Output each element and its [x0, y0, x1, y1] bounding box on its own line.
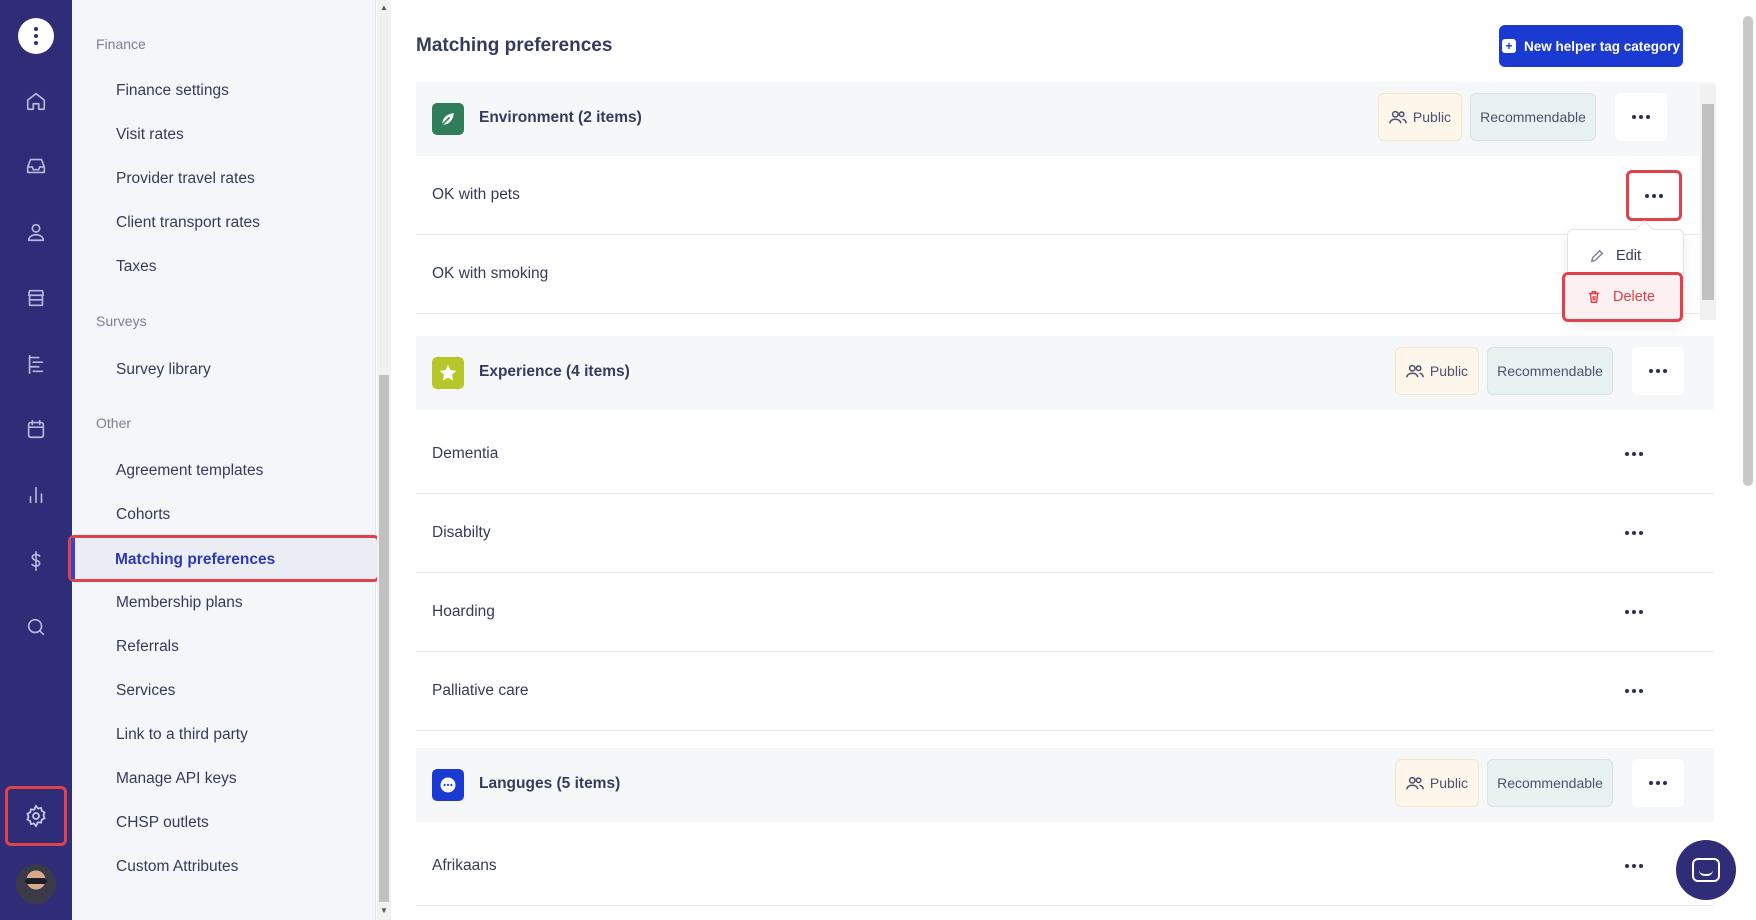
roster-icon[interactable] [0, 340, 72, 388]
nav-referrals[interactable]: Referrals [116, 638, 179, 656]
nav-active-label: Matching preferences [115, 551, 276, 568]
item-more-button[interactable] [1608, 588, 1660, 636]
item-more-button-active[interactable] [1626, 170, 1682, 221]
item-label: Palliative care [432, 682, 529, 699]
users-icon [1406, 776, 1424, 790]
nav-chsp-outlets[interactable]: CHSP outlets [116, 814, 209, 832]
nav-provider-travel-rates[interactable]: Provider travel rates [116, 170, 255, 188]
nav-cohorts[interactable]: Cohorts [116, 506, 170, 524]
list-item: Dementia [416, 415, 1714, 494]
nav-link-third-party[interactable]: Link to a third party [116, 726, 248, 744]
item-more-button[interactable] [1608, 430, 1660, 478]
category-title: Environment (2 items) [479, 109, 642, 126]
users-icon [1406, 364, 1424, 378]
chat-icon [1692, 858, 1720, 882]
user-avatar[interactable] [16, 864, 56, 904]
list-item: Afrikaans [416, 827, 1714, 906]
category-header-languages: Languges (5 items) Public Recommendable [416, 748, 1714, 822]
nav-taxes[interactable]: Taxes [116, 258, 157, 276]
item-more-button[interactable] [1608, 509, 1660, 557]
item-label: Disabilty [432, 524, 491, 541]
category-scrollbar[interactable] [1700, 84, 1716, 320]
inbox-icon[interactable] [0, 142, 72, 190]
recommendable-badge: Recommendable [1487, 759, 1613, 807]
public-badge: Public [1395, 347, 1479, 395]
recommendable-badge: Recommendable [1470, 93, 1596, 141]
leaf-icon [432, 103, 464, 135]
nav-survey-library[interactable]: Survey library [116, 361, 211, 379]
item-more-button[interactable] [1608, 667, 1660, 715]
nav-visit-rates[interactable]: Visit rates [116, 126, 184, 144]
pencil-icon [1590, 249, 1604, 263]
group-label-finance: Finance [96, 36, 146, 52]
item-more-button[interactable] [1608, 842, 1660, 890]
item-label: OK with pets [432, 186, 520, 203]
settings-button[interactable] [5, 786, 67, 846]
page-title: Matching preferences [416, 35, 613, 56]
page-scrollbar-thumb[interactable] [1743, 16, 1753, 486]
sidebar-scrollbar-thumb[interactable] [379, 375, 389, 902]
chat-launcher-button[interactable] [1676, 840, 1736, 900]
menu-item-edit[interactable]: Edit [1568, 238, 1683, 274]
item-label: Hoarding [432, 603, 495, 620]
group-label-surveys: Surveys [96, 313, 147, 329]
person-icon[interactable] [0, 208, 72, 256]
dollar-icon[interactable] [0, 537, 72, 585]
category-title: Experience (4 items) [479, 363, 630, 380]
users-icon [1389, 110, 1407, 124]
home-icon[interactable] [0, 77, 72, 125]
category-header-experience: Experience (4 items) Public Recommendabl… [416, 336, 1714, 410]
menu-item-delete[interactable]: Delete [1562, 272, 1683, 322]
group-label-other: Other [96, 415, 132, 431]
category-scrollbar-thumb[interactable] [1702, 104, 1714, 300]
nav-manage-api-keys[interactable]: Manage API keys [116, 770, 237, 788]
chat-bubble-icon [432, 769, 464, 801]
gear-icon [26, 804, 46, 828]
calendar-icon[interactable] [0, 405, 72, 453]
category-more-button[interactable] [1632, 759, 1684, 807]
list-item: OK with smoking [416, 235, 1714, 314]
search-icon[interactable] [0, 603, 72, 651]
nav-agreement-templates[interactable]: Agreement templates [116, 462, 263, 480]
category-more-button[interactable] [1615, 93, 1667, 141]
item-label: Afrikaans [432, 857, 497, 874]
reports-icon[interactable] [0, 471, 72, 519]
item-label: OK with smoking [432, 265, 549, 282]
category-header-environment: Environment (2 items) Public Recommendab… [416, 82, 1714, 156]
app-rail [0, 0, 72, 920]
scroll-up-arrow[interactable]: ▲ [379, 3, 389, 13]
star-icon [432, 357, 464, 389]
nav-custom-attributes[interactable]: Custom Attributes [116, 858, 238, 876]
app-logo[interactable] [18, 18, 54, 54]
settings-sidebar: Finance Finance settings Visit rates Pro… [72, 0, 376, 920]
main-content: Matching preferences + New helper tag cat… [392, 0, 1738, 920]
list-item: Hoarding [416, 573, 1714, 652]
scroll-down-arrow[interactable]: ▼ [379, 906, 389, 916]
nav-matching-preferences[interactable]: Matching preferences [68, 535, 380, 582]
nav-finance-settings[interactable]: Finance settings [116, 82, 229, 100]
category-title: Languges (5 items) [479, 775, 621, 792]
new-helper-tag-category-button[interactable]: + New helper tag category [1499, 25, 1683, 67]
list-item: Palliative care [416, 652, 1714, 731]
nav-services[interactable]: Services [116, 682, 175, 700]
trash-icon [1588, 291, 1600, 303]
nav-client-transport-rates[interactable]: Client transport rates [116, 214, 260, 232]
public-badge: Public [1378, 93, 1462, 141]
item-label: Dementia [432, 445, 499, 462]
category-more-button[interactable] [1632, 347, 1684, 395]
public-badge: Public [1395, 759, 1479, 807]
store-icon[interactable] [0, 274, 72, 322]
nav-membership-plans[interactable]: Membership plans [116, 594, 243, 612]
list-item: Disabilty [416, 494, 1714, 573]
recommendable-badge: Recommendable [1487, 347, 1613, 395]
list-item: OK with pets [416, 156, 1714, 235]
plus-icon: + [1501, 39, 1516, 53]
page-scrollbar[interactable] [1740, 0, 1756, 920]
